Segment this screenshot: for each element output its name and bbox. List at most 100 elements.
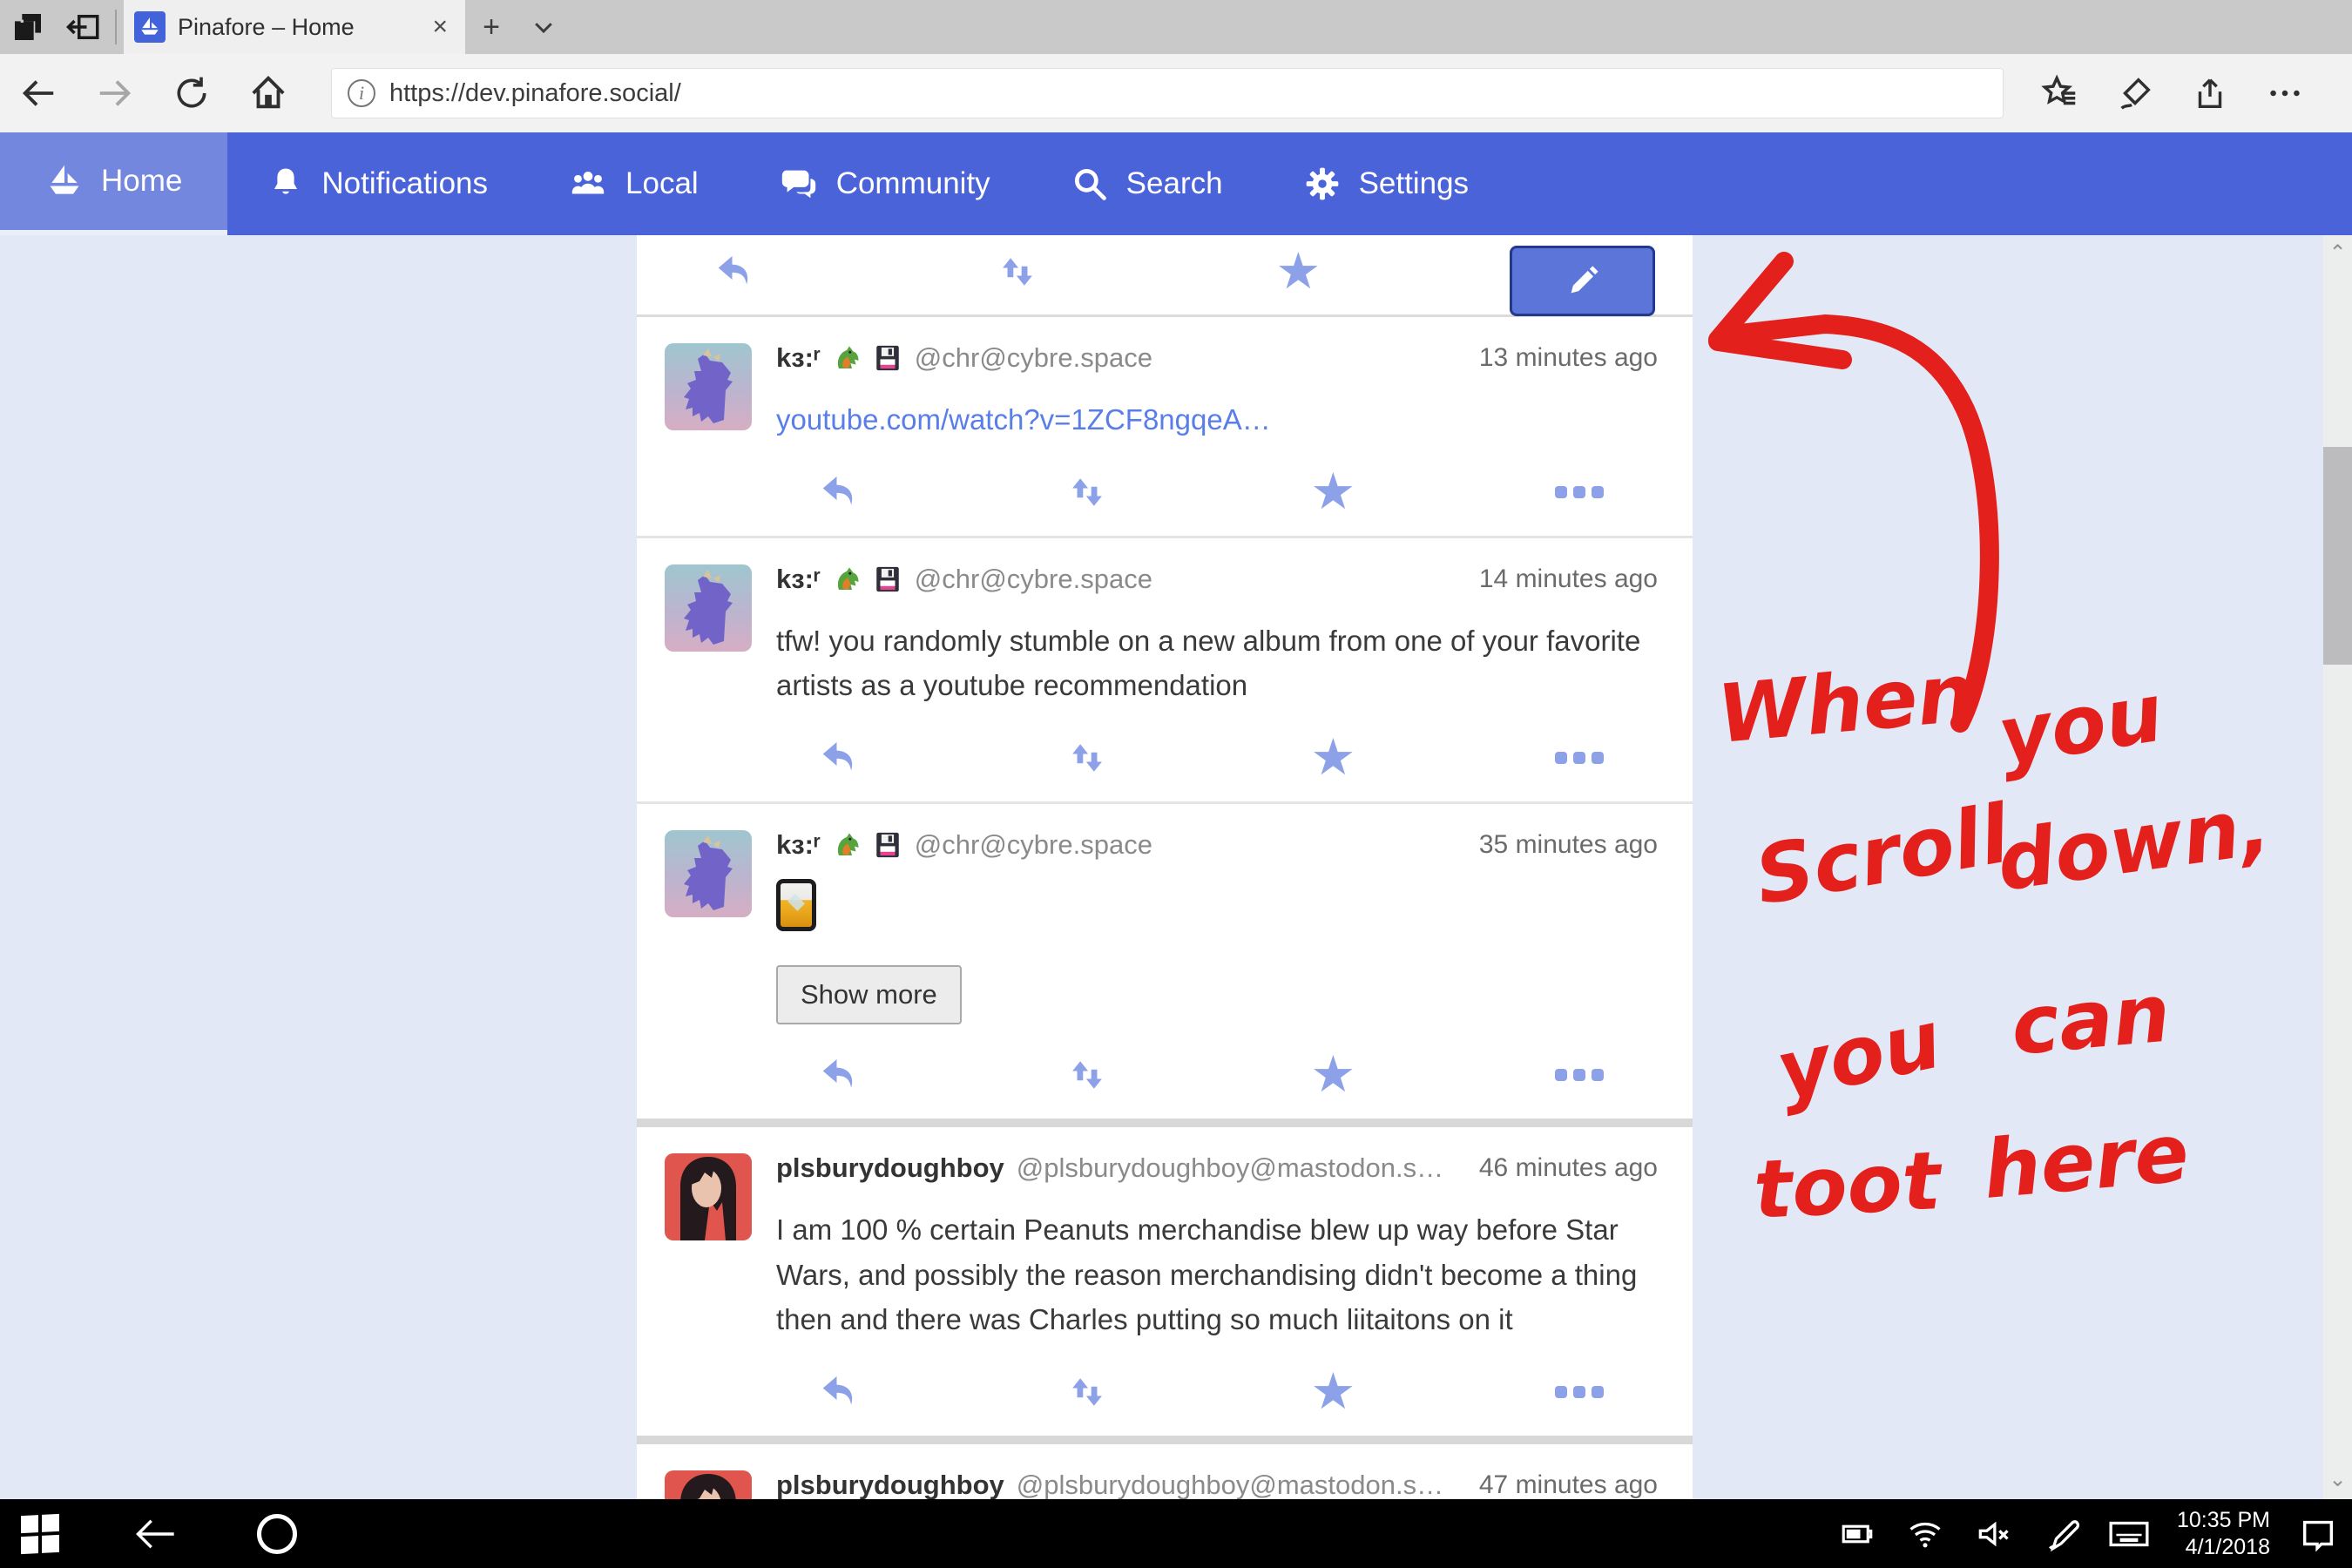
toot-actions: ★: [816, 733, 1604, 801]
web-note-pen-icon[interactable]: [2098, 54, 2173, 132]
toot[interactable]: plsburydoughboy @plsburydoughboy@mastodo…: [637, 1444, 1693, 1499]
favorite-icon[interactable]: ★: [1308, 733, 1357, 782]
reply-icon[interactable]: [816, 1051, 865, 1099]
toot-time[interactable]: 47 minutes ago: [1479, 1470, 1658, 1499]
dragon-emoji-icon: [831, 342, 862, 374]
tab-close-icon[interactable]: ×: [427, 12, 453, 42]
pen-icon[interactable]: [2027, 1499, 2095, 1568]
avatar[interactable]: [665, 564, 752, 652]
favorite-icon[interactable]: ★: [1308, 1368, 1357, 1416]
toot-time[interactable]: 35 minutes ago: [1479, 830, 1658, 860]
toot[interactable]: plsburydoughboy @plsburydoughboy@mastodo…: [637, 1127, 1693, 1443]
avatar[interactable]: [665, 830, 752, 917]
floppy-disk-emoji-icon: [873, 829, 902, 861]
boost-icon[interactable]: [1063, 1368, 1112, 1416]
reply-icon[interactable]: [816, 733, 865, 782]
cortana-button[interactable]: [237, 1499, 317, 1568]
reply-icon[interactable]: [816, 468, 865, 517]
author-handle[interactable]: @chr@cybre.space: [915, 342, 1152, 374]
author-handle[interactable]: @plsburydoughboy@mastodon.s…: [1017, 1152, 1443, 1184]
page-content: ★ kз:ʳ @chr@cybre.space 13 minutes ago y: [0, 235, 2352, 1499]
scroll-up-icon[interactable]: ⌃: [2323, 240, 2352, 266]
page-info-icon[interactable]: i: [348, 79, 375, 107]
author-name[interactable]: plsburydoughboy: [776, 1152, 1004, 1184]
refresh-icon[interactable]: [153, 54, 230, 132]
nav-item-search[interactable]: Search: [1031, 132, 1263, 235]
reply-icon[interactable]: [712, 247, 760, 296]
favorite-icon[interactable]: ★: [1308, 1051, 1357, 1099]
author-name[interactable]: plsburydoughboy: [776, 1470, 1004, 1499]
avatar[interactable]: [665, 343, 752, 430]
pencil-icon: [1563, 261, 1603, 301]
boost-icon[interactable]: [1063, 733, 1112, 782]
url-text[interactable]: https://dev.pinafore.social/: [389, 79, 681, 108]
edge-browser-window: Pinafore – Home × + i https://dev.pinafo…: [0, 0, 2352, 1568]
favorite-icon[interactable]: ★: [1308, 468, 1357, 517]
touch-keyboard-icon[interactable]: [2095, 1499, 2163, 1568]
more-icon[interactable]: [1555, 1368, 1604, 1416]
nav-item-settings[interactable]: Settings: [1263, 132, 1509, 235]
new-tab-button[interactable]: +: [465, 0, 517, 54]
favorites-hub-icon[interactable]: [2023, 54, 2098, 132]
tab-preview-icon[interactable]: [0, 0, 56, 54]
more-icon[interactable]: [1555, 733, 1604, 782]
favorite-icon[interactable]: ★: [1274, 247, 1322, 296]
page-scrollbar[interactable]: ⌃ ⌄: [2323, 235, 2352, 1499]
boost-icon[interactable]: [993, 247, 1042, 296]
author-name[interactable]: kз:ʳ: [776, 342, 821, 374]
nav-item-home[interactable]: Home: [0, 132, 227, 235]
toot-meta: kз:ʳ @chr@cybre.space 35 minutes ago: [776, 827, 1658, 863]
browser-tab-pinafore[interactable]: Pinafore – Home ×: [124, 0, 465, 54]
author-handle[interactable]: @chr@cybre.space: [915, 829, 1152, 861]
toot[interactable]: kз:ʳ @chr@cybre.space 13 minutes ago you…: [637, 317, 1693, 538]
author-name[interactable]: kз:ʳ: [776, 564, 821, 595]
tab-preview-chevron-icon[interactable]: [517, 0, 570, 54]
taskbar-clock[interactable]: 10:35 PM 4/1/2018: [2163, 1507, 2284, 1561]
toot-text: tfw! you randomly stumble on a new album…: [776, 618, 1656, 707]
show-more-button[interactable]: Show more: [776, 965, 962, 1024]
avatar[interactable]: [665, 1470, 752, 1499]
toot[interactable]: kз:ʳ @chr@cybre.space 14 minutes ago tfw…: [637, 538, 1693, 804]
volume-muted-icon[interactable]: [1959, 1499, 2027, 1568]
home-icon[interactable]: [230, 54, 307, 132]
more-icon[interactable]: [1555, 468, 1604, 517]
back-icon[interactable]: [0, 54, 77, 132]
author-name[interactable]: kз:ʳ: [776, 829, 821, 861]
compose-toot-button[interactable]: [1510, 246, 1655, 316]
nav-label-settings: Settings: [1359, 166, 1469, 201]
toot[interactable]: kз:ʳ @chr@cybre.space 35 minutes ago Sho…: [637, 804, 1693, 1127]
toot-actions: ★: [712, 247, 1604, 315]
nav-item-local[interactable]: Local: [528, 132, 739, 235]
scroll-down-icon[interactable]: ⌄: [2323, 1467, 2352, 1492]
action-center-icon[interactable]: [2284, 1499, 2352, 1568]
battery-icon[interactable]: [1823, 1499, 1891, 1568]
toot-actions: ★: [816, 468, 1604, 536]
taskbar-back-button[interactable]: [115, 1499, 195, 1568]
floppy-disk-emoji-icon: [873, 342, 902, 374]
nav-item-community[interactable]: Community: [739, 132, 1031, 235]
wifi-icon[interactable]: [1891, 1499, 1959, 1568]
start-button[interactable]: [0, 1499, 80, 1568]
author-handle[interactable]: @plsburydoughboy@mastodon.s…: [1017, 1470, 1443, 1499]
speech-bubbles-icon: [779, 164, 819, 204]
toot-time[interactable]: 14 minutes ago: [1479, 564, 1658, 594]
browser-toolbar: i https://dev.pinafore.social/: [0, 54, 2352, 132]
forward-icon[interactable]: [77, 54, 153, 132]
settings-more-icon[interactable]: [2247, 54, 2322, 132]
reply-icon[interactable]: [816, 1368, 865, 1416]
toot-time[interactable]: 13 minutes ago: [1479, 343, 1658, 373]
nav-item-notifications[interactable]: Notifications: [227, 132, 528, 235]
address-bar[interactable]: i https://dev.pinafore.social/: [331, 68, 2004, 118]
system-tray: 10:35 PM 4/1/2018: [1823, 1499, 2352, 1568]
author-handle[interactable]: @chr@cybre.space: [915, 564, 1152, 595]
tumbler-glass-emoji-icon: [776, 879, 816, 931]
toot-time[interactable]: 46 minutes ago: [1479, 1153, 1658, 1183]
scrollbar-thumb[interactable]: [2323, 447, 2352, 665]
set-tabs-aside-icon[interactable]: [56, 0, 112, 54]
avatar[interactable]: [665, 1153, 752, 1240]
more-icon[interactable]: [1555, 1051, 1604, 1099]
boost-icon[interactable]: [1063, 1051, 1112, 1099]
share-icon[interactable]: [2173, 54, 2247, 132]
boost-icon[interactable]: [1063, 468, 1112, 517]
toot-link[interactable]: youtube.com/watch?v=1ZCF8ngqeA…: [776, 403, 1271, 436]
